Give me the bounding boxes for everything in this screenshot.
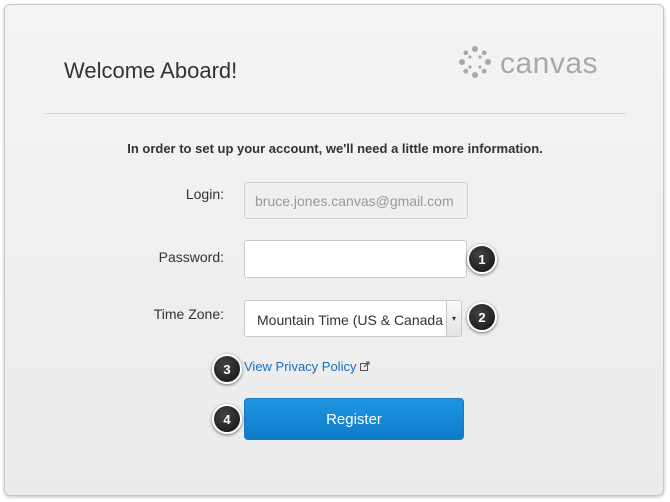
external-link-icon (360, 359, 370, 374)
canvas-logo: canvas (458, 45, 599, 84)
dropdown-arrow-icon[interactable]: ▾ (446, 301, 461, 336)
register-button[interactable]: Register (244, 398, 464, 440)
callout-badge-4: 4 (212, 404, 242, 434)
callout-badge-3: 3 (212, 354, 242, 384)
header-divider (44, 113, 626, 114)
timezone-select[interactable]: Mountain Time (US & Canada) ▾ (244, 300, 462, 337)
privacy-policy-link[interactable]: View Privacy Policy (244, 359, 370, 374)
page-title: Welcome Aboard! (64, 58, 238, 83)
privacy-policy-label: View Privacy Policy (244, 359, 357, 374)
callout-badge-2: 2 (467, 302, 497, 332)
login-label: Login: (185, 186, 224, 202)
password-field[interactable] (244, 240, 467, 278)
timezone-label: Time Zone: (153, 306, 224, 322)
canvas-logo-text: canvas (500, 47, 599, 80)
login-field (244, 182, 468, 219)
password-label: Password: (158, 249, 224, 265)
timezone-selected-value: Mountain Time (US & Canada) (257, 312, 443, 328)
intro-text: In order to set up your account, we'll n… (127, 141, 543, 156)
callout-badge-1: 1 (467, 244, 497, 274)
canvas-logo-icon (458, 45, 492, 84)
